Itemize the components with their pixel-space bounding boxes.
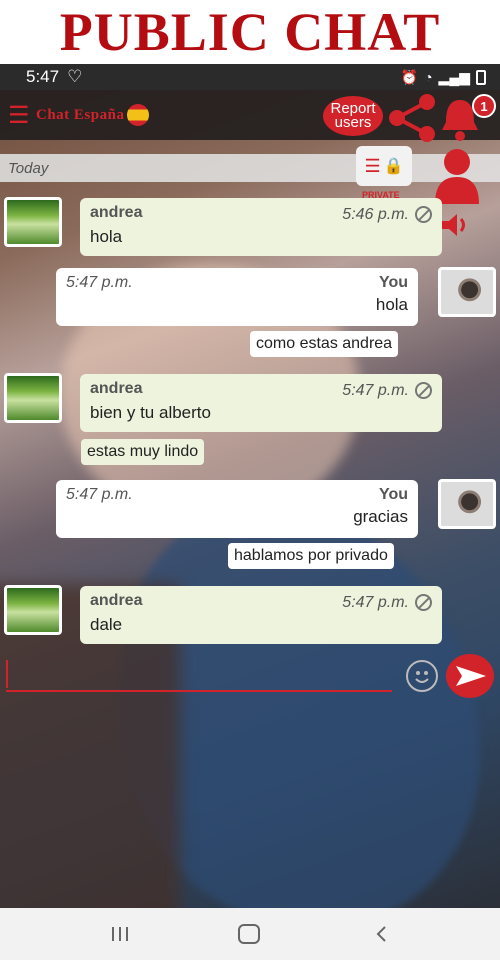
message-text: gracias: [353, 507, 408, 526]
app-toolbar: ☰ Chat España Report users 1: [0, 90, 500, 142]
list-icon: ☰: [364, 155, 381, 176]
emoji-icon[interactable]: [406, 660, 438, 692]
block-icon[interactable]: [415, 206, 432, 224]
send-button[interactable]: [446, 654, 494, 698]
avatar[interactable]: [438, 479, 496, 529]
block-icon[interactable]: [415, 594, 432, 612]
message-time: 5:47 p.m.: [66, 486, 133, 503]
notification-badge: 1: [472, 94, 496, 118]
home-icon[interactable]: [238, 924, 260, 944]
message-time: 5:46 p.m.: [342, 206, 409, 223]
avatar[interactable]: [438, 267, 496, 317]
message-time: 5:47 p.m.: [342, 594, 409, 611]
message-text: dale: [90, 615, 123, 634]
block-icon[interactable]: [415, 382, 432, 400]
app-title: Chat España: [36, 106, 125, 123]
sender-name: andrea: [90, 592, 143, 609]
back-icon[interactable]: [372, 924, 392, 944]
message-time: 5:47 p.m.: [66, 274, 133, 291]
status-time: 5:47: [26, 67, 60, 86]
message-text: hola: [375, 295, 408, 314]
message-input[interactable]: [6, 690, 392, 692]
sender-name: andrea: [90, 380, 143, 397]
system-navigation-bar: [0, 908, 500, 960]
promo-banner: PUBLIC CHAT: [0, 0, 500, 64]
sender-name: You: [378, 486, 408, 503]
lock-icon: 🔒: [383, 158, 404, 175]
user-icon[interactable]: [432, 146, 482, 204]
message-time: 5:47 p.m.: [342, 382, 409, 399]
send-icon: [456, 666, 486, 686]
phone-screen: 5:47 ♡ ⏰ ◔ ▂▄▆ ☰ Chat España Report user…: [0, 64, 500, 960]
wifi-icon: ◔: [424, 69, 433, 85]
sender-name: andrea: [90, 204, 143, 221]
spain-flag-icon: [127, 104, 150, 126]
message-bubble-outgoing: 5:47 p.m. You hola: [56, 268, 418, 326]
recent-apps-icon[interactable]: [110, 926, 130, 942]
speaker-icon[interactable]: [440, 212, 470, 238]
message-continuation: estas muy lindo: [81, 439, 205, 465]
banner-title: PUBLIC CHAT: [59, 2, 441, 62]
signal-icon: ▂▄▆: [438, 68, 470, 85]
avatar[interactable]: [4, 373, 62, 423]
message-continuation: hablamos por privado: [228, 543, 394, 569]
alarm-icon: ⏰: [400, 68, 419, 85]
message-continuation: como estas andrea: [250, 331, 399, 357]
message-bubble-incoming: andrea 5:46 p.m. hola: [80, 198, 442, 256]
avatar[interactable]: [4, 197, 62, 247]
avatar[interactable]: [4, 585, 62, 635]
message-bubble-incoming: andrea 5:47 p.m. dale: [80, 586, 442, 644]
menu-icon[interactable]: ☰: [8, 101, 32, 130]
share-icon[interactable]: [385, 90, 441, 142]
heart-icon: ♡: [67, 67, 83, 86]
battery-icon: [476, 69, 486, 85]
message-bubble-incoming: andrea 5:47 p.m. bien y tu alberto: [80, 374, 442, 432]
message-text: bien y tu alberto: [90, 403, 211, 422]
report-users-button[interactable]: Report users: [323, 96, 383, 136]
private-chat-button[interactable]: ☰ 🔒: [356, 146, 412, 186]
message-bubble-outgoing: 5:47 p.m. You gracias: [56, 480, 418, 538]
status-bar: 5:47 ♡ ⏰ ◔ ▂▄▆: [0, 64, 500, 90]
sender-name: You: [378, 274, 408, 291]
message-text: hola: [90, 227, 123, 246]
text-cursor: [6, 660, 8, 688]
date-separator: Today: [0, 154, 500, 182]
